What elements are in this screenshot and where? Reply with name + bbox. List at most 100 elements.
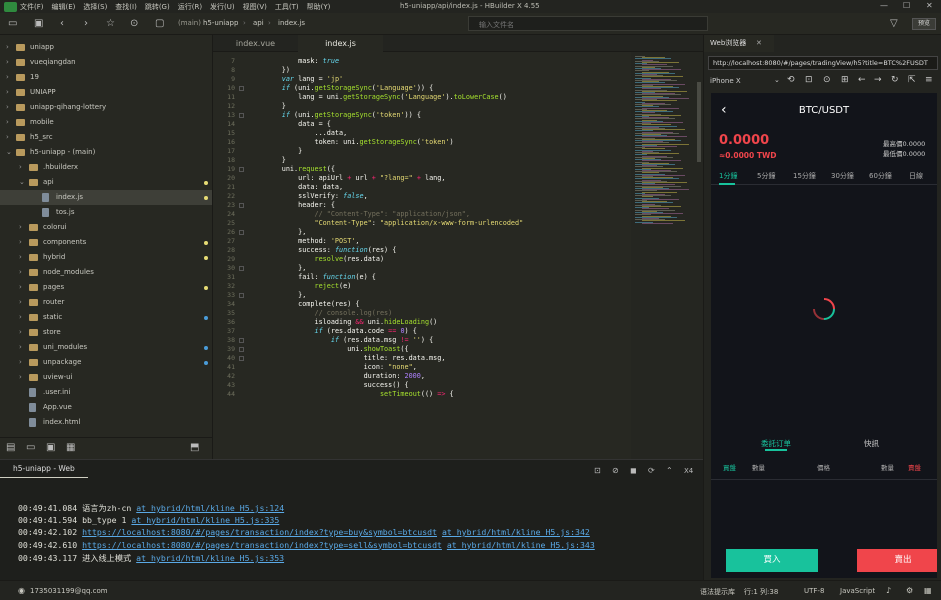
- code-line[interactable]: method: 'POST',: [249, 237, 659, 246]
- bell-icon[interactable]: ♪: [886, 586, 891, 595]
- tree-item[interactable]: › node_modules: [0, 265, 212, 280]
- code-line[interactable]: sslVerify: false,: [249, 192, 659, 201]
- stop-icon[interactable]: ◼: [630, 465, 637, 477]
- chevron-right-icon[interactable]: ›: [19, 355, 22, 370]
- code-line[interactable]: }: [249, 147, 659, 156]
- save-log-icon[interactable]: ⊡: [594, 465, 601, 477]
- tree-item[interactable]: › colorui: [0, 220, 212, 235]
- log-source-link[interactable]: at hybrid/html/kline_H5.js:342: [442, 527, 590, 537]
- code-line[interactable]: setTimeout(() => {: [249, 390, 659, 399]
- code-line[interactable]: },: [249, 228, 659, 237]
- code-line[interactable]: fail: function(e) {: [249, 273, 659, 282]
- code-line[interactable]: ...data,: [249, 129, 659, 138]
- camera-icon[interactable]: ⊙: [823, 75, 831, 85]
- settings-icon[interactable]: ⚙: [906, 586, 913, 595]
- chevron-down-icon[interactable]: ⌄: [774, 76, 780, 84]
- code-line[interactable]: if (res.data.code == 0) {: [249, 327, 659, 336]
- tree-item[interactable]: › uni_modules: [0, 340, 212, 355]
- chevron-right-icon[interactable]: ›: [19, 235, 22, 250]
- chevron-right-icon[interactable]: ›: [19, 340, 22, 355]
- open-folder-icon[interactable]: ▭: [26, 442, 35, 454]
- tab-orders[interactable]: 委託订单: [761, 438, 791, 449]
- chevron-right-icon[interactable]: ›: [6, 70, 9, 85]
- menu-file[interactable]: 文件(F): [20, 2, 44, 12]
- tree-item[interactable]: ⌄ api: [0, 175, 212, 190]
- fold-icon[interactable]: [239, 203, 244, 208]
- menu-publish[interactable]: 发行(U): [210, 2, 235, 12]
- code-line[interactable]: duration: 2000,: [249, 372, 659, 381]
- tree-item[interactable]: › static: [0, 310, 212, 325]
- cursor-position[interactable]: 行:1 列:38: [744, 587, 778, 597]
- code-line[interactable]: success() {: [249, 381, 659, 390]
- code-line[interactable]: url: apiUrl + url + "?lang=" + lang,: [249, 174, 659, 183]
- close-panel-icon[interactable]: X4: [684, 465, 693, 477]
- collapse-icon[interactable]: ⬒: [190, 442, 199, 454]
- code-line[interactable]: mask: true: [249, 57, 659, 66]
- minimap[interactable]: [631, 52, 703, 459]
- preview-button[interactable]: 预览: [912, 18, 936, 30]
- tab-index-vue[interactable]: index.vue: [213, 35, 298, 52]
- maximize-icon[interactable]: ☐: [903, 1, 910, 10]
- buy-button[interactable]: 買入: [726, 549, 818, 572]
- menu-tools[interactable]: 工具(T): [275, 2, 299, 12]
- fold-icon[interactable]: [239, 338, 244, 343]
- more-icon[interactable]: ≡: [925, 75, 933, 85]
- chevron-right-icon[interactable]: ›: [6, 115, 9, 130]
- chevron-right-icon[interactable]: ›: [6, 40, 9, 55]
- breadcrumb-branch[interactable]: (main): [178, 19, 201, 27]
- device-select[interactable]: iPhone X: [710, 77, 741, 85]
- log-source-link[interactable]: at hybrid/html/kline_H5.js:343: [447, 540, 595, 550]
- url-input[interactable]: http://localhost:8080/#/pages/tradingVie…: [708, 56, 938, 70]
- close-tab-icon[interactable]: ✕: [756, 35, 762, 52]
- log-url-link[interactable]: https://localhost:8080/#/pages/transacti…: [82, 540, 442, 550]
- close-icon[interactable]: ✕: [926, 1, 933, 10]
- tree-item[interactable]: › store: [0, 325, 212, 340]
- fold-icon[interactable]: [239, 356, 244, 361]
- git-icon[interactable]: ▦: [66, 442, 75, 454]
- chevron-right-icon[interactable]: ›: [6, 55, 9, 70]
- code-line[interactable]: data: data,: [249, 183, 659, 192]
- fold-icon[interactable]: [239, 230, 244, 235]
- log-url-link[interactable]: https://localhost:8080/#/pages/transacti…: [82, 527, 437, 537]
- chevron-down-icon[interactable]: ⌄: [19, 175, 25, 190]
- browser-icon[interactable]: ▢: [155, 18, 164, 30]
- encoding[interactable]: UTF-8: [804, 587, 824, 595]
- editor-scrollbar[interactable]: [697, 82, 701, 162]
- code-line[interactable]: uni.showToast({: [249, 345, 659, 354]
- code-line[interactable]: }): [249, 66, 659, 75]
- tree-item[interactable]: › vueqiangdan: [0, 55, 212, 70]
- chevron-right-icon[interactable]: ›: [6, 85, 9, 100]
- breadcrumb-file[interactable]: index.js: [278, 19, 305, 27]
- tree-item[interactable]: › hybrid: [0, 250, 212, 265]
- forward-arrow-icon[interactable]: →: [874, 75, 882, 85]
- open-external-icon[interactable]: ⇱: [908, 75, 916, 85]
- clear-icon[interactable]: ⊘: [612, 465, 619, 477]
- chevron-right-icon[interactable]: ›: [19, 250, 22, 265]
- code-line[interactable]: token: uni.getStorageSync('token'): [249, 138, 659, 147]
- chevron-right-icon[interactable]: ›: [19, 295, 22, 310]
- restart-icon[interactable]: ⟳: [648, 465, 655, 477]
- menu-find[interactable]: 查找(I): [115, 2, 137, 12]
- code-line[interactable]: reject(e): [249, 282, 659, 291]
- rotate-icon[interactable]: ⟲: [787, 75, 795, 85]
- back-icon[interactable]: ‹: [60, 18, 64, 30]
- star-icon[interactable]: ☆: [106, 18, 115, 30]
- code-line[interactable]: "Content-Type": "application/x-www-form-…: [249, 219, 659, 228]
- tree-item[interactable]: index.html: [0, 415, 212, 430]
- tab-console[interactable]: h5-uniapp - Web: [0, 460, 88, 478]
- code-line[interactable]: icon: "none",: [249, 363, 659, 372]
- tree-item[interactable]: › uview-ui: [0, 370, 212, 385]
- code-line[interactable]: }: [249, 102, 659, 111]
- chevron-right-icon[interactable]: ›: [19, 220, 22, 235]
- chevron-right-icon[interactable]: ›: [6, 100, 9, 115]
- code-line[interactable]: data = {: [249, 120, 659, 129]
- tree-item[interactable]: › pages: [0, 280, 212, 295]
- code-line[interactable]: if (res.data.msg != '') {: [249, 336, 659, 345]
- collapse-panel-icon[interactable]: ⌃: [666, 465, 673, 477]
- tree-item[interactable]: › router: [0, 295, 212, 310]
- chevron-right-icon[interactable]: ›: [19, 265, 22, 280]
- tree-item[interactable]: tos.js: [0, 205, 212, 220]
- log-source-link[interactable]: at hybrid/html/kline_H5.js:353: [136, 553, 284, 563]
- minimize-icon[interactable]: —: [880, 1, 888, 10]
- tree-item[interactable]: › .hbuilderx: [0, 160, 212, 175]
